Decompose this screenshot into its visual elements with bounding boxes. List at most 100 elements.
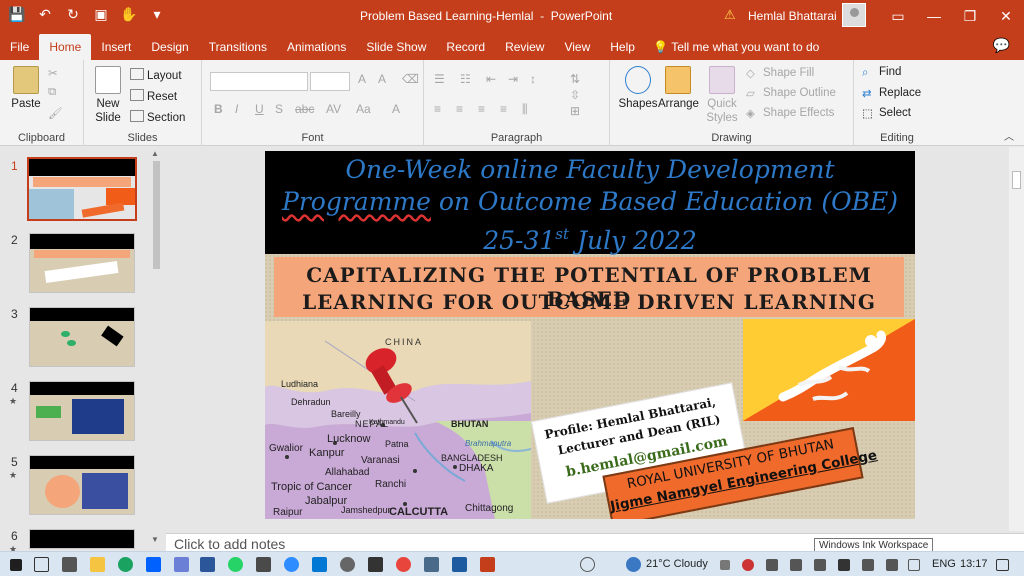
save-icon[interactable]: 💾 xyxy=(8,6,26,23)
slide-thumbnail-2[interactable] xyxy=(29,233,135,293)
font-size-box[interactable] xyxy=(310,72,350,91)
bold-button[interactable]: B xyxy=(214,102,223,116)
customize-qat-icon[interactable]: ▾ xyxy=(148,6,166,23)
arrange-button[interactable]: Arrange xyxy=(658,66,699,111)
tell-me-search[interactable]: 💡 Tell me what you want to do xyxy=(653,34,819,60)
font-name-box[interactable] xyxy=(210,72,308,91)
ribbon-display-icon[interactable]: ▭ xyxy=(880,0,916,32)
slide-thumbnail-4[interactable] xyxy=(29,381,135,441)
line-spacing-icon[interactable]: ↕ xyxy=(530,72,536,86)
italic-button[interactable]: I xyxy=(235,102,238,116)
slide-thumbnail-3[interactable] xyxy=(29,307,135,367)
tray-icon[interactable] xyxy=(766,559,778,571)
smartart-icon[interactable]: ⊞ xyxy=(570,104,580,118)
network-icon[interactable] xyxy=(838,559,850,571)
copy-icon[interactable]: ⧉ xyxy=(48,86,56,99)
cut-icon[interactable]: ✂ xyxy=(48,66,58,80)
avatar[interactable] xyxy=(842,3,866,27)
tray-icon[interactable] xyxy=(742,559,754,571)
tab-animations[interactable]: Animations xyxy=(277,34,356,60)
language-indicator[interactable]: ENG xyxy=(932,558,956,570)
word-icon[interactable] xyxy=(200,557,215,572)
comments-icon[interactable]: 💬 xyxy=(993,37,1010,54)
weather-text[interactable]: 21°C Cloudy xyxy=(646,558,708,570)
file-explorer-icon[interactable] xyxy=(90,557,105,572)
clock[interactable]: 13:17 xyxy=(960,558,988,570)
tab-view[interactable]: View xyxy=(554,34,600,60)
quick-styles-button[interactable]: Quick Styles xyxy=(702,66,742,125)
format-painter-icon[interactable]: 🖌 xyxy=(48,106,63,120)
tray-icon[interactable] xyxy=(790,559,802,571)
char-spacing-button[interactable]: AV xyxy=(326,102,341,116)
minimize-icon[interactable]: — xyxy=(916,0,952,32)
slide-canvas[interactable]: One-Week online Faculty Development Prog… xyxy=(265,151,915,519)
tab-help[interactable]: Help xyxy=(600,34,645,60)
slide-thumbnail-6[interactable] xyxy=(29,529,135,549)
numbering-icon[interactable]: ☷ xyxy=(460,72,471,86)
paste-button[interactable]: Paste xyxy=(8,66,44,111)
undo-icon[interactable]: ↶ xyxy=(36,6,54,23)
columns-icon[interactable]: ⫼ xyxy=(522,102,528,117)
justify-icon[interactable]: ≡ xyxy=(500,102,507,116)
tab-slide-show[interactable]: Slide Show xyxy=(356,34,436,60)
present-icon[interactable]: ▣ xyxy=(92,6,110,23)
warning-icon[interactable]: ⚠ xyxy=(724,7,736,23)
volume-icon[interactable] xyxy=(886,559,898,571)
editor-scrollbar[interactable] xyxy=(1009,147,1024,531)
restore-icon[interactable]: ❐ xyxy=(952,0,988,32)
weather-icon[interactable] xyxy=(626,557,641,572)
touch-mode-icon[interactable]: ✋ xyxy=(120,6,138,23)
scroll-thumb[interactable] xyxy=(153,161,160,269)
tab-file[interactable]: File xyxy=(0,34,39,60)
notifications-icon[interactable] xyxy=(996,559,1009,571)
app-icon[interactable] xyxy=(452,557,467,572)
section-button[interactable]: Section xyxy=(130,110,185,124)
edge-icon[interactable] xyxy=(118,557,133,572)
replace-button[interactable]: ⇄ Replace xyxy=(862,86,921,100)
mail-icon[interactable] xyxy=(312,557,327,572)
decrease-indent-icon[interactable]: ⇤ xyxy=(486,72,496,86)
tab-design[interactable]: Design xyxy=(141,34,198,60)
tray-icon[interactable] xyxy=(720,560,730,570)
chrome-icon[interactable] xyxy=(396,557,411,572)
tab-insert[interactable]: Insert xyxy=(91,34,141,60)
shape-fill-button[interactable]: ◇ Shape Fill xyxy=(746,66,814,80)
change-case-button[interactable]: Aa xyxy=(356,102,371,116)
scroll-up-icon[interactable]: ▲ xyxy=(151,149,159,158)
whatsapp-icon[interactable] xyxy=(228,557,243,572)
clear-formatting-icon[interactable]: ⌫ xyxy=(402,72,419,86)
app-icon[interactable] xyxy=(424,557,439,572)
align-center-icon[interactable]: ≡ xyxy=(456,102,463,116)
store-icon[interactable] xyxy=(62,557,77,572)
shapes-button[interactable]: Shapes xyxy=(618,66,658,111)
thumbnail-scrollbar[interactable]: ▲ ▼ xyxy=(151,149,161,545)
align-right-icon[interactable]: ≡ xyxy=(478,102,485,116)
tab-record[interactable]: Record xyxy=(436,34,495,60)
new-slide-button[interactable]: New Slide xyxy=(90,66,126,125)
slide-thumbnail-1[interactable] xyxy=(27,157,137,221)
settings-icon[interactable] xyxy=(340,557,355,572)
bullets-icon[interactable]: ☰ xyxy=(434,72,445,86)
find-button[interactable]: ⌕ Find xyxy=(862,66,901,79)
task-view-icon[interactable] xyxy=(34,557,49,572)
align-left-icon[interactable]: ≡ xyxy=(434,102,441,116)
close-icon[interactable]: ✕ xyxy=(988,0,1024,32)
increase-indent-icon[interactable]: ⇥ xyxy=(508,72,518,86)
start-icon[interactable] xyxy=(10,559,22,571)
font-color-button[interactable]: A xyxy=(392,102,400,116)
scroll-down-icon[interactable]: ▼ xyxy=(151,535,159,544)
text-direction-icon[interactable]: ⇅ xyxy=(570,72,580,86)
slide-thumbnail-5[interactable] xyxy=(29,455,135,515)
reset-button[interactable]: Reset xyxy=(130,89,177,103)
select-button[interactable]: ⬚ Select xyxy=(862,106,911,120)
increase-font-icon[interactable]: A xyxy=(358,72,366,86)
app-icon[interactable] xyxy=(368,557,383,572)
align-text-icon[interactable]: ⇳ xyxy=(570,88,580,102)
tab-transitions[interactable]: Transitions xyxy=(199,34,277,60)
tray-icon[interactable] xyxy=(814,559,826,571)
underline-button[interactable]: U xyxy=(255,102,264,116)
battery-icon[interactable] xyxy=(862,559,874,571)
user-name[interactable]: Hemlal Bhattarai xyxy=(748,9,837,23)
decrease-font-icon[interactable]: A xyxy=(378,72,386,86)
layout-button[interactable]: Layout xyxy=(130,68,182,82)
